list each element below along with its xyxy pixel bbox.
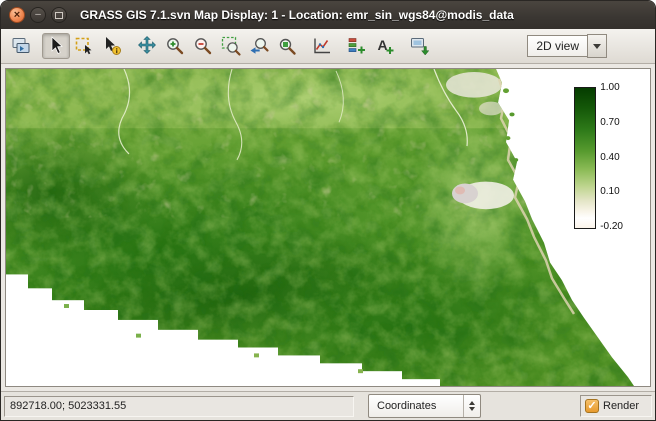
add-text-icon: A [374, 35, 396, 57]
zoom-extent-button[interactable] [217, 33, 245, 59]
zoom-back-icon [248, 35, 270, 57]
pointer-icon [45, 35, 67, 57]
select-features-icon [73, 35, 95, 57]
analyze-button[interactable] [308, 33, 336, 59]
view-mode-value: 2D view [536, 39, 579, 53]
query-icon [101, 35, 123, 57]
statusbar-mode-value: Coordinates [369, 400, 463, 412]
map-display-window: × – GRASS GIS 7.1.svn Map Display: 1 - L… [0, 0, 656, 421]
render-label: Render [603, 400, 639, 412]
legend-tick: 0.70 [600, 117, 623, 128]
svg-text:A: A [378, 37, 388, 53]
minimize-button[interactable]: – [30, 7, 46, 23]
map-legend[interactable]: 1.00 0.70 0.40 0.10 -0.20 [574, 87, 623, 232]
zoom-extent-icon [220, 35, 242, 57]
add-legend-icon [346, 35, 368, 57]
add-map-elements-button[interactable] [343, 33, 371, 59]
render-option: ✓ Render [580, 395, 652, 417]
maximize-button[interactable] [51, 7, 67, 23]
legend-tick: 0.40 [600, 152, 623, 163]
minimize-icon: – [35, 10, 41, 20]
coordinate-display: 892718.00; 5023331.55 [4, 396, 354, 417]
render-map-icon [10, 35, 32, 57]
map-toolbar: A 2D view [1, 29, 655, 64]
zoom-back-button[interactable] [245, 33, 273, 59]
view-mode-select[interactable]: 2D view [527, 34, 607, 58]
spinner-arrows-icon [463, 395, 480, 417]
legend-gradient-bar [574, 87, 596, 229]
legend-tick: 1.00 [600, 82, 623, 93]
statusbar: 892718.00; 5023331.55 Coordinates ✓ Rend… [1, 391, 655, 420]
add-text-button[interactable]: A [371, 33, 399, 59]
ndvi-raster-map [6, 69, 650, 386]
check-icon: ✓ [587, 400, 596, 412]
render-checkbox[interactable]: ✓ [585, 399, 599, 413]
zoom-out-icon [192, 35, 214, 57]
save-display-icon [409, 35, 431, 57]
legend-tick: -0.20 [600, 221, 623, 232]
close-icon: × [14, 10, 20, 21]
pan-button[interactable] [133, 33, 161, 59]
save-display-button[interactable] [406, 33, 434, 59]
statusbar-mode-select[interactable]: Coordinates [368, 394, 481, 418]
zoom-in-button[interactable] [161, 33, 189, 59]
window-title: GRASS GIS 7.1.svn Map Display: 1 - Locat… [80, 8, 514, 22]
zoom-in-icon [164, 35, 186, 57]
render-map-button[interactable] [7, 33, 35, 59]
query-button[interactable] [98, 33, 126, 59]
titlebar[interactable]: × – GRASS GIS 7.1.svn Map Display: 1 - L… [1, 1, 655, 29]
zoom-out-button[interactable] [189, 33, 217, 59]
zoom-region-icon [276, 35, 298, 57]
select-features-button[interactable] [70, 33, 98, 59]
legend-tick: 0.10 [600, 186, 623, 197]
legend-labels: 1.00 0.70 0.40 0.10 -0.20 [600, 82, 623, 232]
pan-icon [136, 35, 158, 57]
chevron-down-icon [587, 34, 607, 58]
map-canvas[interactable]: 1.00 0.70 0.40 0.10 -0.20 [5, 68, 651, 387]
analyze-chart-icon [311, 35, 333, 57]
zoom-region-button[interactable] [273, 33, 301, 59]
pointer-button[interactable] [42, 33, 70, 59]
maximize-icon [55, 12, 63, 19]
close-button[interactable]: × [9, 7, 25, 23]
